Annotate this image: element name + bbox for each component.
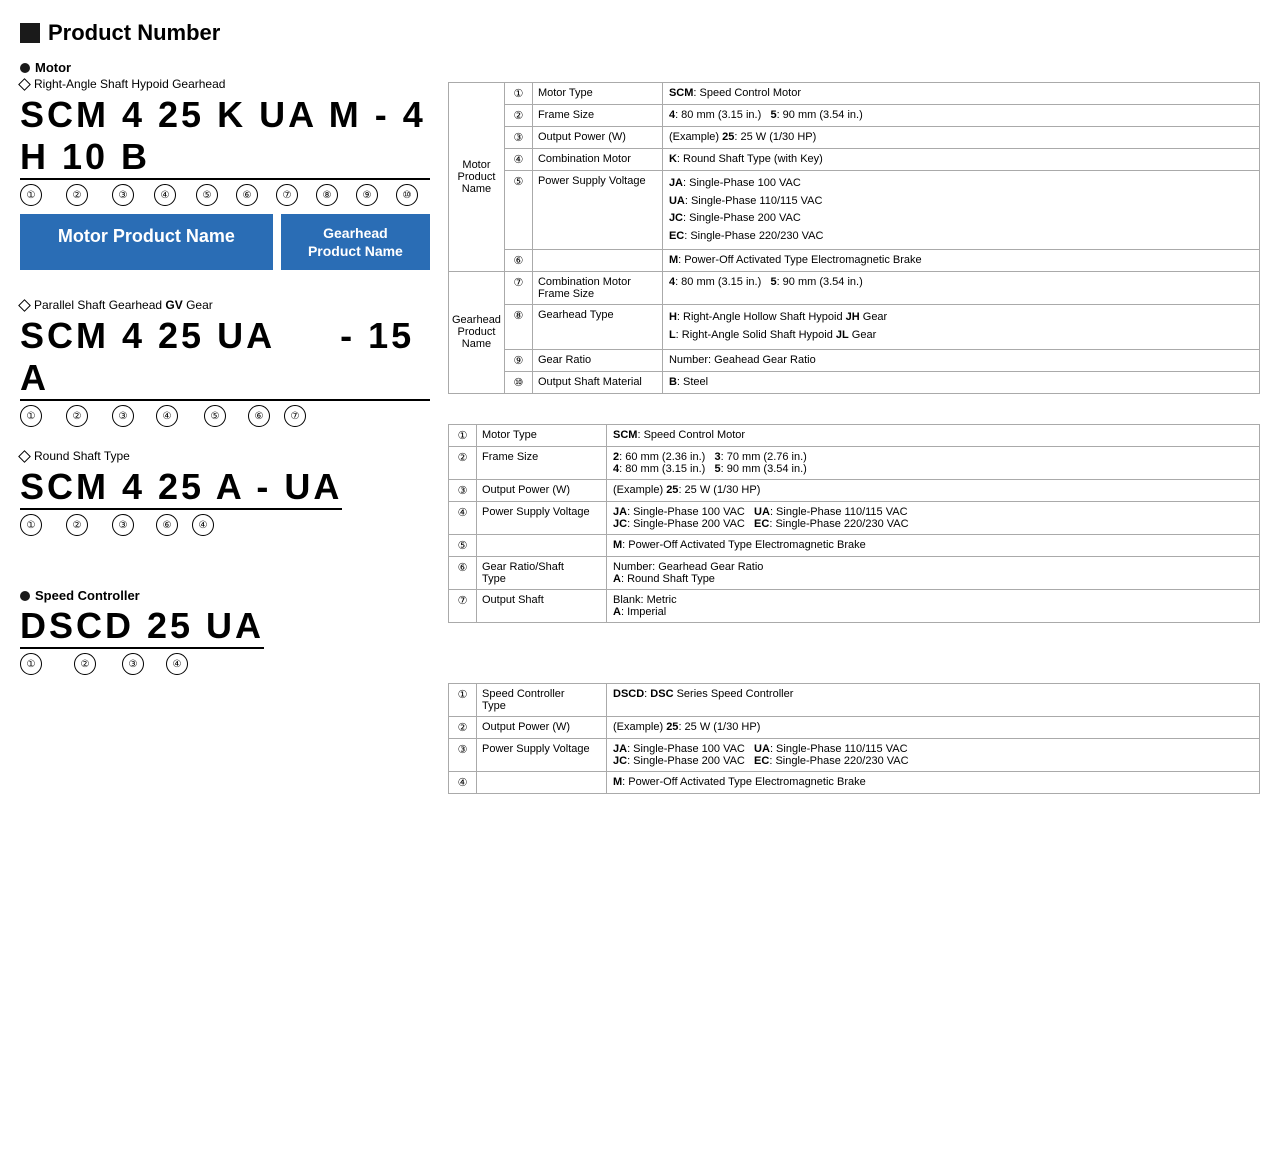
motor-product-group-label: MotorProductName bbox=[449, 83, 505, 272]
motor-circled-nums: ① ② ③ ④ ⑤ ⑥ ⑦ ⑧ ⑨ ⑩ bbox=[20, 184, 430, 206]
table-row: ③ Power Supply Voltage JA: Single-Phase … bbox=[449, 738, 1260, 771]
table-row: ④ M: Power-Off Activated Type Electromag… bbox=[449, 771, 1260, 793]
num-4: ④ bbox=[154, 184, 176, 206]
num-cell: ① bbox=[504, 83, 532, 105]
num-9: ⑨ bbox=[356, 184, 378, 206]
motor-section: Motor Right-Angle Shaft Hypoid Gearhead … bbox=[20, 60, 430, 270]
table-row: ① Speed ControllerType DSCD: DSC Series … bbox=[449, 683, 1260, 716]
table-row: ④ Combination Motor K: Round Shaft Type … bbox=[449, 149, 1260, 171]
table-row: ③ Output Power (W) (Example) 25: 25 W (1… bbox=[449, 479, 1260, 501]
round-sublabel: Round Shaft Type bbox=[20, 449, 430, 463]
table-speed-controller: ① Speed ControllerType DSCD: DSC Series … bbox=[448, 683, 1260, 794]
parallel-section: Parallel Shaft Gearhead GV Gear SCM 4 25… bbox=[20, 298, 430, 427]
round-product-code: SCM 4 25 A - UA bbox=[20, 466, 342, 510]
table-row: ② Frame Size 4: 80 mm (3.15 in.) 5: 90 m… bbox=[449, 105, 1260, 127]
table-row: ⑤ Power Supply Voltage JA: Single-Phase … bbox=[449, 171, 1260, 250]
num-6: ⑥ bbox=[236, 184, 258, 206]
num-1: ① bbox=[20, 184, 42, 206]
table-parallel: ① Motor Type SCM: Speed Control Motor ② … bbox=[448, 424, 1260, 623]
num-3: ③ bbox=[112, 184, 134, 206]
table-row: MotorProductName ① Motor Type SCM: Speed… bbox=[449, 83, 1260, 105]
num-7: ⑦ bbox=[276, 184, 298, 206]
table-row: GearheadProductName ⑦ Combination MotorF… bbox=[449, 272, 1260, 305]
value-cell: SCM: Speed Control Motor bbox=[662, 83, 1259, 105]
num-5: ⑤ bbox=[196, 184, 218, 206]
round-shaft-section: Round Shaft Type SCM 4 25 A - UA ① ② ③ ⑥… bbox=[20, 449, 430, 536]
table-row: ② Frame Size 2: 60 mm (2.36 in.) 3: 70 m… bbox=[449, 446, 1260, 479]
motor-product-code: SCM 4 25 K UA M - 4 H 10 B bbox=[20, 94, 430, 180]
table-row: ⑥ M: Power-Off Activated Type Electromag… bbox=[449, 250, 1260, 272]
table-row: ⑥ Gear Ratio/ShaftType Number: Gearhead … bbox=[449, 556, 1260, 589]
speed-product-code: DSCD 25 UA bbox=[20, 605, 264, 649]
page-title: Product Number bbox=[20, 20, 1260, 46]
right-column: MotorProductName ① Motor Type SCM: Speed… bbox=[448, 60, 1260, 814]
table-row: ⑨ Gear Ratio Number: Geahead Gear Ratio bbox=[449, 349, 1260, 371]
diamond-icon-3 bbox=[18, 450, 31, 463]
title-square-icon bbox=[20, 23, 40, 43]
diamond-icon-1 bbox=[18, 78, 31, 91]
gearhead-product-name-box: GearheadProduct Name bbox=[281, 214, 430, 270]
gearhead-product-group-label: GearheadProductName bbox=[449, 272, 505, 393]
left-column: Motor Right-Angle Shaft Hypoid Gearhead … bbox=[20, 60, 430, 697]
table-row: ⑧ Gearhead Type H: Right-Angle Hollow Sh… bbox=[449, 305, 1260, 349]
motor-product-name-box: Motor Product Name bbox=[20, 214, 273, 270]
num-10: ⑩ bbox=[396, 184, 418, 206]
table-row: ② Output Power (W) (Example) 25: 25 W (1… bbox=[449, 716, 1260, 738]
num-8: ⑧ bbox=[316, 184, 338, 206]
motor-sublabel: Right-Angle Shaft Hypoid Gearhead bbox=[20, 77, 430, 91]
speed-bullet-icon bbox=[20, 591, 30, 601]
table-row: ④ Power Supply Voltage JA: Single-Phase … bbox=[449, 501, 1260, 534]
speed-controller-section: Speed Controller DSCD 25 UA ① ② ③ ④ bbox=[20, 588, 430, 675]
parallel-product-code: SCM 4 25 UA - 15 A bbox=[20, 315, 430, 401]
label-cell: Motor Type bbox=[532, 83, 662, 105]
table-row: ③ Output Power (W) (Example) 25: 25 W (1… bbox=[449, 127, 1260, 149]
parallel-sublabel: Parallel Shaft Gearhead GV Gear bbox=[20, 298, 430, 312]
motor-label: Motor bbox=[20, 60, 430, 75]
name-boxes: Motor Product Name GearheadProduct Name bbox=[20, 214, 430, 270]
speed-circled-nums: ① ② ③ ④ bbox=[20, 653, 430, 675]
motor-bullet-icon bbox=[20, 63, 30, 73]
diamond-icon-2 bbox=[18, 299, 31, 312]
num-2: ② bbox=[66, 184, 88, 206]
parallel-circled-nums: ① ② ③ ④ ⑤ ⑥ ⑦ bbox=[20, 405, 430, 427]
speed-label: Speed Controller bbox=[20, 588, 430, 603]
table-row: ⑦ Output Shaft Blank: MetricA: Imperial bbox=[449, 589, 1260, 622]
table-row: ⑤ M: Power-Off Activated Type Electromag… bbox=[449, 534, 1260, 556]
table-right-angle: MotorProductName ① Motor Type SCM: Speed… bbox=[448, 82, 1260, 394]
round-circled-nums: ① ② ③ ⑥ ④ bbox=[20, 514, 430, 536]
page-wrapper: Product Number Motor Right-Angle Shaft H… bbox=[20, 20, 1260, 814]
table-row: ⑩ Output Shaft Material B: Steel bbox=[449, 371, 1260, 393]
table-row: ① Motor Type SCM: Speed Control Motor bbox=[449, 424, 1260, 446]
